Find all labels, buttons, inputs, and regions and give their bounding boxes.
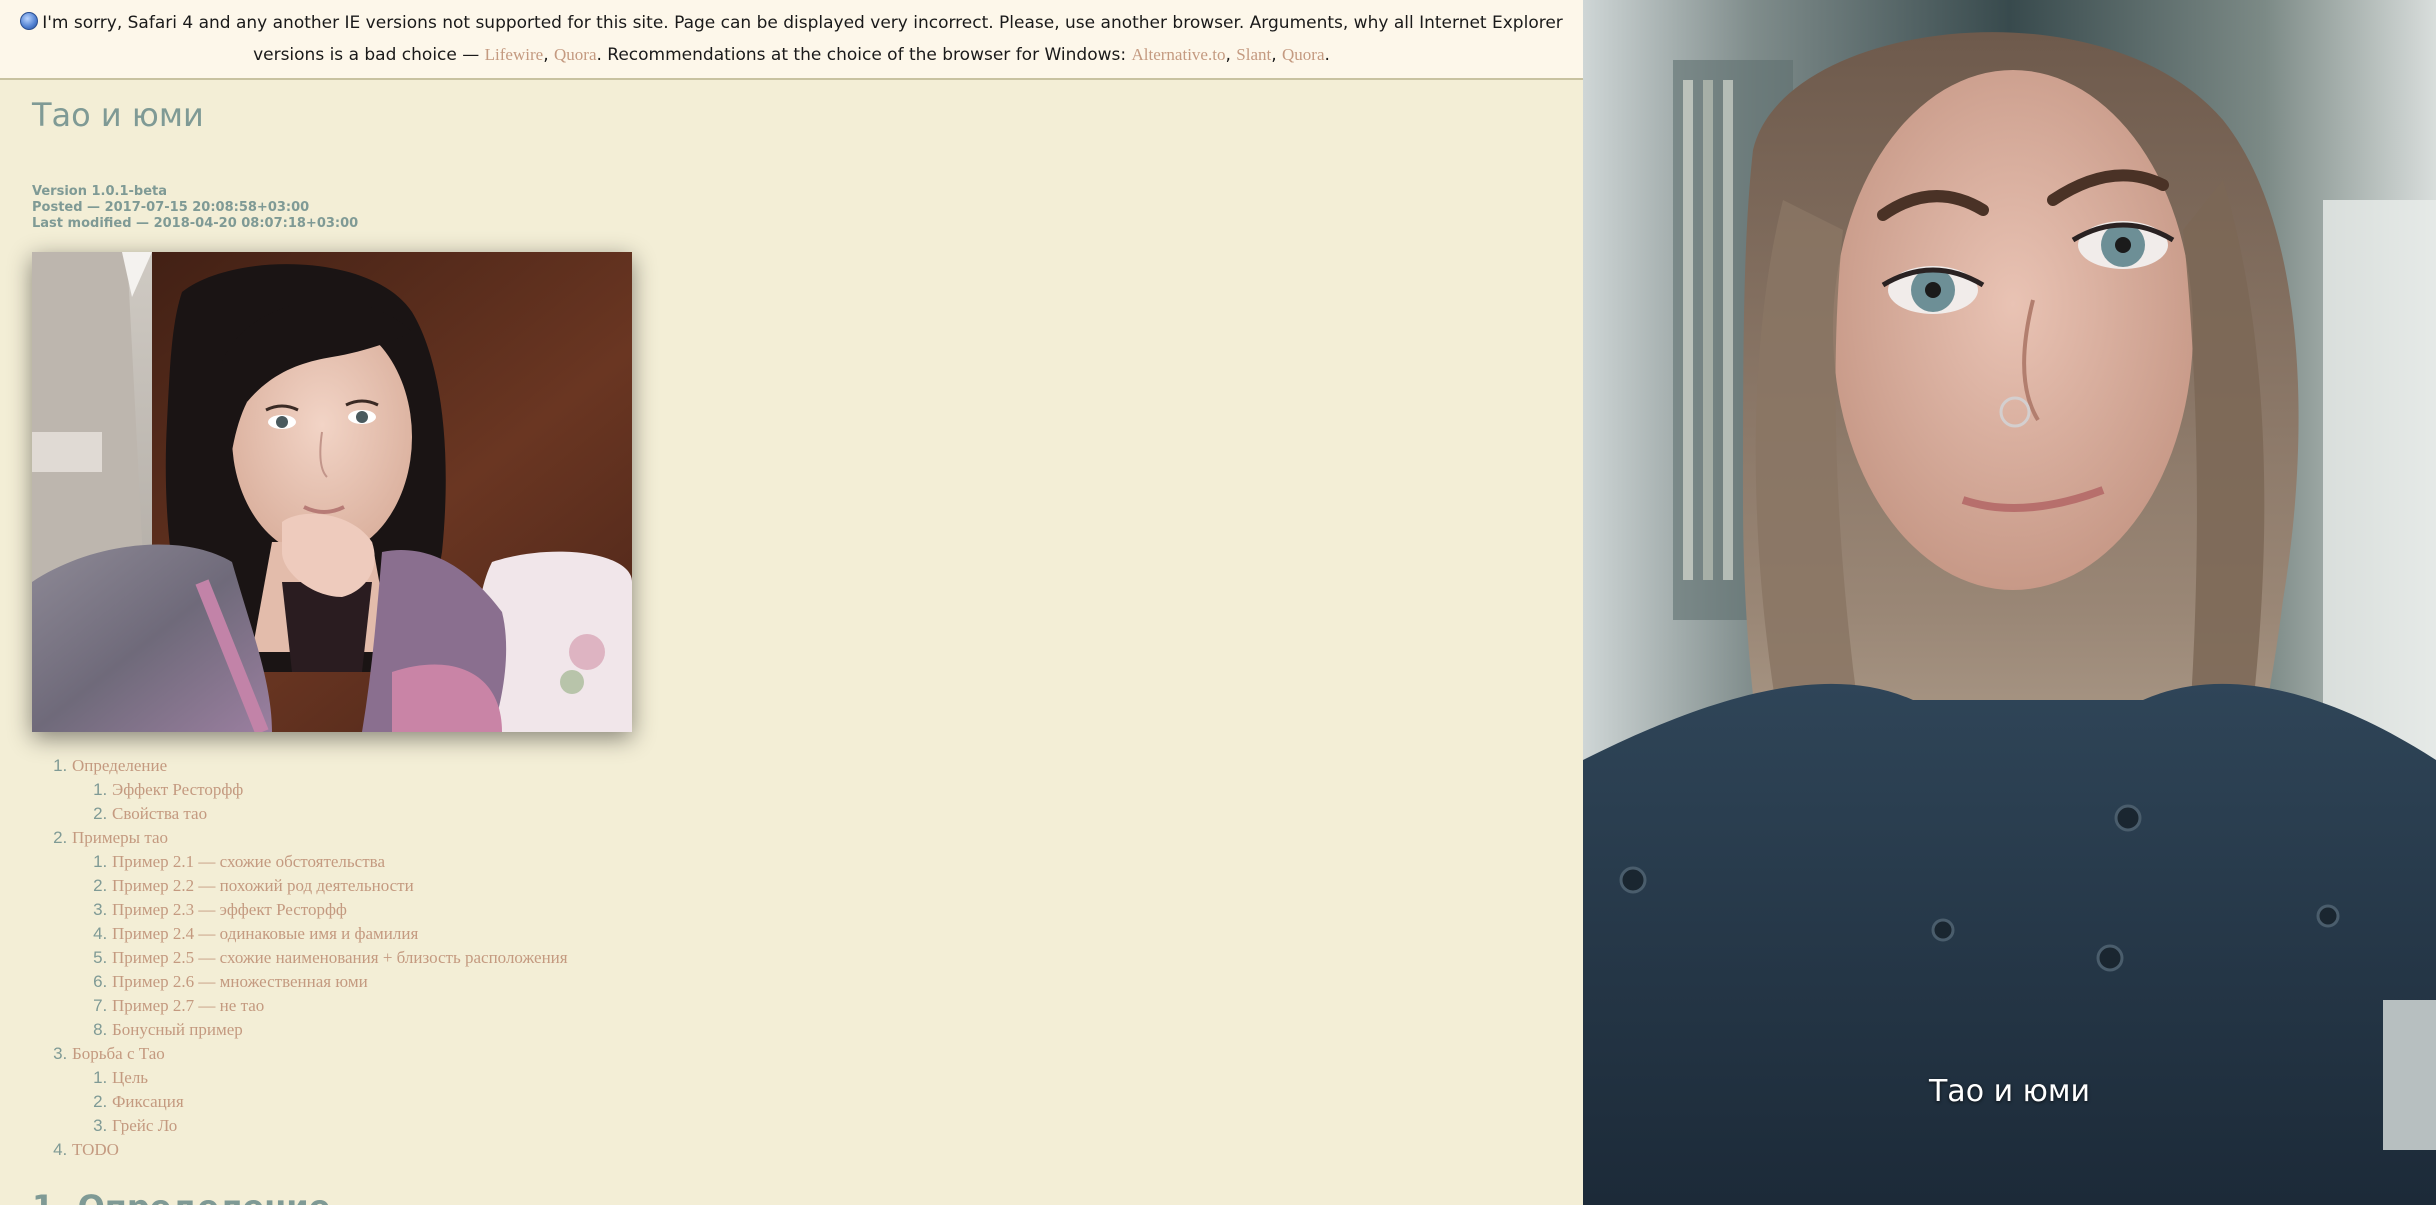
toc-link-fixation[interactable]: Фиксация — [112, 1092, 184, 1111]
warning-text-recommendation: . Recommendations at the choice of the b… — [596, 45, 1132, 65]
toc-link-todo[interactable]: TODO — [72, 1140, 119, 1159]
toc-link-example-2-5[interactable]: Пример 2.5 — схожие наименования + близо… — [112, 948, 568, 967]
quora-link[interactable]: Quora — [554, 45, 596, 64]
toc-item: Свойства тао — [112, 802, 568, 826]
separator: , — [1271, 45, 1283, 65]
toc-item: Борьба с Тао Цель Фиксация Грейс Ло — [72, 1042, 568, 1138]
alternativeto-link[interactable]: Alternative.to — [1132, 45, 1226, 64]
toc-item: Пример 2.7 — не тао — [112, 994, 568, 1018]
toc-link-tao-examples[interactable]: Примеры тао — [72, 828, 168, 847]
toc-item: Цель — [112, 1066, 568, 1090]
toc-item: Пример 2.3 — эффект Ресторфф — [112, 898, 568, 922]
globe-icon — [20, 12, 39, 30]
toc-link-grace-lo[interactable]: Грейс Ло — [112, 1116, 177, 1135]
separator: , — [543, 45, 554, 65]
table-of-contents: Определение Эффект Ресторфф Свойства тао… — [32, 754, 568, 1162]
toc-link-fighting-tao[interactable]: Борьба с Тао — [72, 1044, 165, 1063]
toc-item: Пример 2.6 — множественная юми — [112, 970, 568, 994]
posted-date: Posted — 2017-07-15 20:08:58+03:00 — [32, 200, 310, 215]
modified-date: Last modified — 2018-04-20 08:07:18+03:0… — [32, 216, 359, 231]
toc-link-example-2-4[interactable]: Пример 2.4 — одинаковые имя и фамилия — [112, 924, 418, 943]
warning-end: . — [1324, 45, 1330, 65]
toc-item: Пример 2.2 — похожий род деятельности — [112, 874, 568, 898]
photo-caption: Тао и юми — [1928, 1074, 2090, 1109]
toc-link-example-2-7[interactable]: Пример 2.7 — не тао — [112, 996, 264, 1015]
side-photo-panel: Тао и юми — [1583, 0, 2436, 1205]
article-photo — [32, 252, 632, 732]
toc-link-example-2-6[interactable]: Пример 2.6 — множественная юми — [112, 972, 368, 991]
toc-item: Фиксация — [112, 1090, 568, 1114]
toc-item: Грейс Ло — [112, 1114, 568, 1138]
toc-link-restorff-effect[interactable]: Эффект Ресторфф — [112, 780, 243, 799]
version-label: Version 1.0.1-beta — [32, 184, 168, 199]
lifewire-link[interactable]: Lifewire — [485, 45, 544, 64]
slant-link[interactable]: Slant — [1236, 45, 1271, 64]
toc-link-bonus-example[interactable]: Бонусный пример — [112, 1020, 243, 1039]
toc-link-goal[interactable]: Цель — [112, 1068, 148, 1087]
toc-item: TODO — [72, 1138, 568, 1162]
toc-item: Эффект Ресторфф — [112, 778, 568, 802]
browser-warning-banner: I'm sorry, Safari 4 and any another IE v… — [0, 0, 1583, 80]
toc-link-example-2-2[interactable]: Пример 2.2 — похожий род деятельности — [112, 876, 414, 895]
section-heading-definition: 1. Определение — [32, 1188, 330, 1205]
article-page: I'm sorry, Safari 4 and any another IE v… — [0, 0, 1583, 1205]
toc-link-example-2-1[interactable]: Пример 2.1 — схожие обстоятельства — [112, 852, 385, 871]
page-title: Тао и юми — [32, 96, 204, 134]
portrait-photo — [1583, 0, 2436, 1205]
article-meta: Version 1.0.1-beta Posted — 2017-07-15 2… — [32, 184, 358, 232]
toc-link-example-2-3[interactable]: Пример 2.3 — эффект Ресторфф — [112, 900, 347, 919]
toc-link-tao-properties[interactable]: Свойства тао — [112, 804, 207, 823]
toc-item: Пример 2.5 — схожие наименования + близо… — [112, 946, 568, 970]
toc-link-definition[interactable]: Определение — [72, 756, 167, 775]
toc-item: Определение Эффект Ресторфф Свойства тао — [72, 754, 568, 826]
toc-item: Примеры тао Пример 2.1 — схожие обстояте… — [72, 826, 568, 1042]
quora-link-2[interactable]: Quora — [1282, 45, 1324, 64]
separator: , — [1225, 45, 1237, 65]
toc-item: Пример 2.1 — схожие обстоятельства — [112, 850, 568, 874]
toc-item: Пример 2.4 — одинаковые имя и фамилия — [112, 922, 568, 946]
toc-item: Бонусный пример — [112, 1018, 568, 1042]
